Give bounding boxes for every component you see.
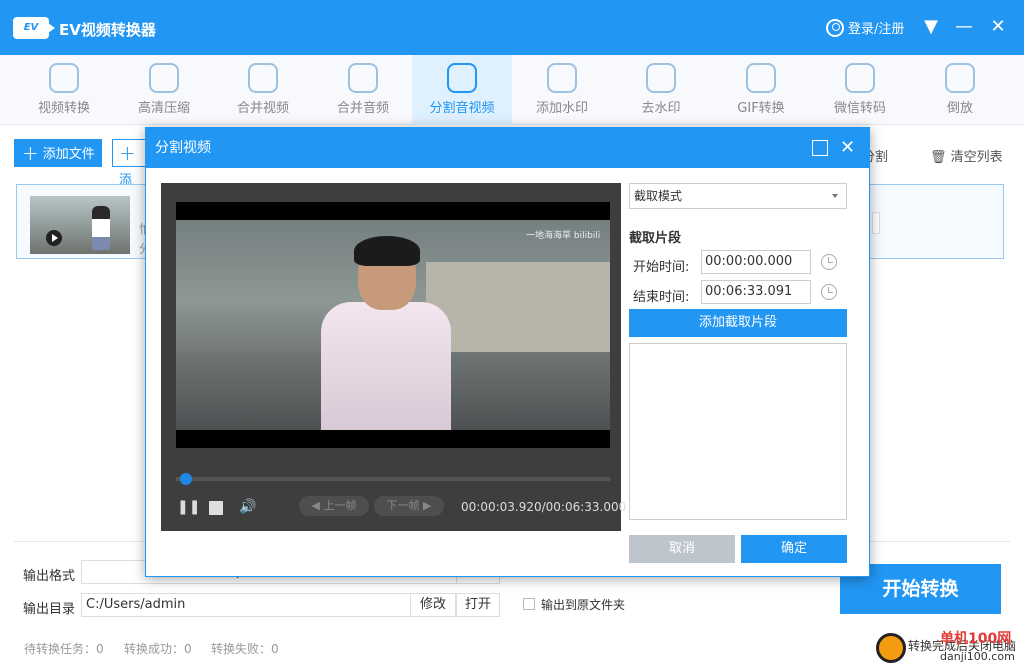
video-watermark: 一地海海草 bilibili	[526, 231, 601, 241]
to-source-folder-checkbox[interactable]	[523, 598, 535, 610]
next-frame-button[interactable]: 下一帧 ▶	[374, 496, 444, 516]
video-thumbnail[interactable]	[30, 196, 130, 254]
merge-audio-icon	[348, 63, 378, 93]
segment-title: 截取片段	[629, 231, 682, 246]
split-icon	[447, 63, 477, 93]
output-format-label: 输出格式	[23, 569, 76, 584]
site-watermark-brand: 单机100网	[940, 631, 1012, 647]
pending-count: 待转换任务：0	[24, 642, 104, 656]
tab-wechat-transcode[interactable]: 微信转码	[810, 55, 910, 125]
start-time-input[interactable]: 00:00:00.000	[701, 250, 811, 274]
merge-video-icon	[248, 63, 278, 93]
dialog-close-icon[interactable]: ✕	[840, 128, 855, 168]
output-dir-label: 输出目录	[23, 602, 76, 617]
site-watermark-logo	[876, 633, 906, 663]
close-icon[interactable]: ✕	[987, 16, 1009, 38]
stamp-icon	[547, 63, 577, 93]
clear-list-button[interactable]: 🗑 清空列表	[930, 146, 1003, 165]
seek-bar[interactable]	[176, 473, 610, 485]
time-display: 00:00:03.920/00:06:33.000	[461, 500, 627, 514]
dialog-title-bar: 分割视频 ✕	[146, 128, 869, 168]
tab-video-convert[interactable]: 视频转换	[14, 55, 114, 125]
tab-merge-video[interactable]: 合并视频	[213, 55, 313, 125]
video-player: 一地海海草 bilibili ❚❚ 🔊 ◀ 上一帧 下一帧 ▶ 00:00:03…	[161, 183, 626, 531]
tab-split-av[interactable]: 分割音视频	[412, 55, 512, 125]
tab-hd-compress[interactable]: 高清压缩	[114, 55, 214, 125]
play-icon[interactable]	[46, 230, 62, 246]
tab-merge-audio[interactable]: 合并音频	[313, 55, 413, 125]
login-button[interactable]: 登录/注册	[826, 18, 904, 37]
video-convert-icon	[49, 63, 79, 93]
app-logo: EV	[13, 17, 55, 39]
reverse-icon	[945, 63, 975, 93]
title-bar: EV EV视频转换器 登录/注册 ▼ — ✕	[0, 0, 1024, 55]
clock-icon[interactable]	[821, 254, 837, 270]
stop-icon[interactable]	[209, 501, 223, 515]
cancel-button[interactable]: 取消	[629, 535, 735, 563]
split-video-dialog: 分割视频 ✕ 一地海海草 bilibili ❚❚ 🔊 ◀ 上一帧 下一帧 ▶ 0…	[145, 127, 870, 577]
end-time-input[interactable]: 00:06:33.091	[701, 280, 811, 304]
login-label: 登录/注册	[848, 22, 905, 37]
add-segment-button[interactable]: 添加截取片段	[629, 309, 847, 337]
segment-list[interactable]	[629, 343, 847, 520]
compress-icon	[149, 63, 179, 93]
seek-handle[interactable]	[180, 473, 192, 485]
clock-icon[interactable]	[821, 284, 837, 300]
volume-icon[interactable]: 🔊	[239, 499, 256, 515]
feature-toolbar: 视频转换 高清压缩 合并视频 合并音频 分割音视频 添加水印 去水印 GIF转换…	[0, 55, 1024, 125]
minimize-icon[interactable]: —	[953, 16, 975, 38]
output-dir-field[interactable]: C:/Users/admin	[81, 593, 411, 617]
tab-add-watermark[interactable]: 添加水印	[512, 55, 612, 125]
to-source-folder-label: 输出到原文件夹	[541, 598, 626, 612]
add-file-button[interactable]: + 添加文件	[14, 139, 102, 167]
open-dir-button[interactable]: 打开	[456, 593, 500, 617]
user-icon	[826, 18, 844, 37]
pause-icon[interactable]: ❚❚	[177, 499, 200, 515]
tab-remove-watermark[interactable]: 去水印	[611, 55, 711, 125]
wechat-icon	[845, 63, 875, 93]
end-time-label: 结束时间:	[633, 290, 690, 305]
maximize-icon[interactable]	[812, 140, 828, 156]
mode-select[interactable]: 截取模式	[629, 183, 847, 209]
failed-count: 转换失败：0	[211, 642, 279, 656]
trash-icon: 🗑	[930, 150, 947, 165]
start-time-label: 开始时间:	[633, 260, 690, 275]
drop-icon	[646, 63, 676, 93]
confirm-button[interactable]: 确定	[741, 535, 847, 563]
dialog-title: 分割视频	[155, 140, 211, 156]
prev-frame-button[interactable]: ◀ 上一帧	[299, 496, 369, 516]
tab-reverse[interactable]: 倒放	[910, 55, 1010, 125]
plus-icon: +	[22, 141, 39, 165]
video-frame[interactable]: 一地海海草 bilibili	[176, 202, 610, 448]
success-count: 转换成功：0	[124, 642, 192, 656]
gif-icon	[746, 63, 776, 93]
app-title: EV视频转换器	[59, 21, 156, 39]
tab-gif-convert[interactable]: GIF转换	[711, 55, 811, 125]
menu-icon[interactable]: ▼	[920, 16, 942, 38]
site-watermark-url: danji100.com	[940, 650, 1015, 663]
chevron-down-icon	[832, 194, 838, 198]
modify-dir-button[interactable]: 修改	[410, 593, 456, 617]
plus-icon: +	[119, 141, 136, 165]
